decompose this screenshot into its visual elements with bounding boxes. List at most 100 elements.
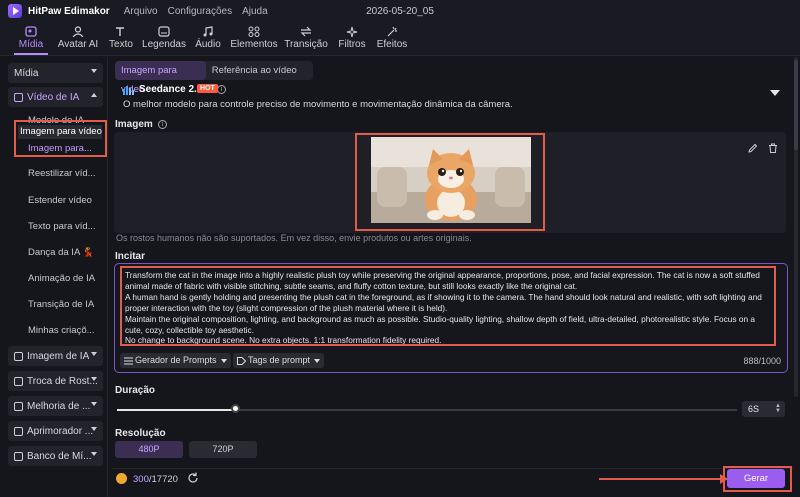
duration-select[interactable]: 6S ▲ ▼ xyxy=(742,401,785,417)
tool-texto[interactable]: Texto xyxy=(102,21,140,55)
tool-transicao[interactable]: Transição xyxy=(280,21,332,55)
refresh-icon[interactable] xyxy=(187,472,199,484)
model-selector[interactable]: Seedance 2.0 HOT O melhor modelo para co… xyxy=(115,82,794,114)
menu-configuracoes[interactable]: Configurações xyxy=(168,6,232,17)
sidebar-item-texto-para-video[interactable]: Texto para víd... xyxy=(28,221,104,232)
sidebar-group-label: Troca de Rost... xyxy=(27,375,98,387)
resolution-label: Resolução xyxy=(115,428,166,439)
tool-midia[interactable]: Mídia xyxy=(8,21,54,55)
prompt-tags-button[interactable]: Tags de prompt xyxy=(233,353,325,368)
generate-button[interactable]: Gerar xyxy=(727,469,785,488)
caret-down-icon[interactable] xyxy=(770,90,780,96)
title-bar: HitPaw Edimakor Arquivo Configurações Aj… xyxy=(0,0,800,22)
chevron-down-icon xyxy=(91,377,97,381)
button-label: Gerador de Prompts xyxy=(135,355,217,365)
sidebar-group-banco-midia[interactable]: Banco de Mí... xyxy=(8,446,103,466)
tool-legendas[interactable]: Legendas xyxy=(140,21,188,55)
sidebar-group-label: Melhoria de ... xyxy=(27,400,91,412)
sidebar-item-estender[interactable]: Estender vídeo xyxy=(28,195,104,206)
transition-icon xyxy=(300,26,312,37)
duration-label: Duração xyxy=(115,385,156,396)
tool-label: Elementos xyxy=(230,39,278,50)
tool-label: Áudio xyxy=(195,39,221,50)
trash-icon[interactable] xyxy=(768,143,778,153)
app-name: HitPaw Edimakor xyxy=(28,5,110,17)
face-swap-icon xyxy=(14,376,23,386)
info-icon[interactable]: i xyxy=(157,119,167,129)
mode-tabs: Imagem para vídeo Referência ao vídeoi xyxy=(115,61,313,95)
sidebar-group-imagem-ia[interactable]: Imagem de IA xyxy=(8,346,103,366)
music-icon xyxy=(202,26,214,37)
tool-label: Mídia xyxy=(18,39,44,50)
tool-avatar-ai[interactable]: Avatar AI xyxy=(54,21,102,55)
annotation-arrow xyxy=(599,478,724,480)
chevron-down-icon xyxy=(91,352,97,356)
credits: 300/17720 xyxy=(133,474,178,485)
tab-image-to-video[interactable]: Imagem para vídeo xyxy=(115,61,206,95)
sidebar-group-video-ia[interactable]: Vídeo de IA xyxy=(8,87,103,107)
sidebar-group-midia[interactable]: Mídia xyxy=(8,63,103,83)
tool-label: Efeitos xyxy=(376,39,408,50)
char-counter: 888/1000 xyxy=(743,356,781,366)
sidebar-item-danca-ia[interactable]: Dança da IA 💃 xyxy=(28,247,104,258)
tool-audio[interactable]: Áudio xyxy=(188,21,228,55)
sidebar-group-label: Vídeo de IA xyxy=(27,91,80,103)
tool-efeitos[interactable]: Efeitos xyxy=(372,21,412,55)
project-title: 2026-05-20_05 xyxy=(366,5,434,17)
tool-elementos[interactable]: Elementos xyxy=(228,21,280,55)
media-icon xyxy=(25,26,37,37)
resolution-720p[interactable]: 720P xyxy=(189,441,257,458)
tab-reference-video[interactable]: Referência ao vídeoi xyxy=(206,61,313,94)
elements-icon xyxy=(248,26,260,37)
media-toolbar: Mídia Avatar AI Texto Legendas Áudio Ele… xyxy=(0,22,800,56)
duration-slider[interactable] xyxy=(117,409,737,411)
prompt-box: Transform the cat in the image into a hi… xyxy=(114,263,788,373)
credits-total: /17720 xyxy=(148,474,178,485)
slider-handle[interactable] xyxy=(230,404,240,413)
tool-label: Transição xyxy=(284,39,328,50)
menu-arquivo[interactable]: Arquivo xyxy=(124,6,158,17)
sidebar-group-troca-rosto[interactable]: Troca de Rost... xyxy=(8,371,103,391)
prompt-generator-button[interactable]: Gerador de Prompts xyxy=(120,353,231,368)
tool-label: Texto xyxy=(109,39,133,50)
upscale-icon xyxy=(14,426,23,436)
image-note: Os rostos humanos não são suportados. Em… xyxy=(116,233,472,243)
tooltip: Imagem para vídeo xyxy=(18,125,102,139)
sidebar-group-melhoria[interactable]: Melhoria de ... xyxy=(8,396,103,416)
duration-value: 6S xyxy=(748,404,760,414)
subtitles-icon xyxy=(158,26,170,37)
sidebar-item-minhas-criacoes[interactable]: Minhas criaçõ... xyxy=(28,325,104,336)
sidebar-group-label: Imagem de IA xyxy=(27,350,90,362)
sidebar-item-animacao-ia[interactable]: Animação de IA xyxy=(28,273,104,284)
sidebar-group-label: Banco de Mí... xyxy=(27,450,92,462)
hot-badge: HOT xyxy=(197,84,218,93)
menu-ajuda[interactable]: Ajuda xyxy=(242,6,268,17)
sidebar-item-transicao-ia[interactable]: Transição de IA xyxy=(28,299,104,310)
prompt-textarea[interactable]: Transform the cat in the image into a hi… xyxy=(120,266,776,346)
list-icon xyxy=(124,357,133,364)
edit-icon[interactable] xyxy=(748,143,758,153)
model-description: O melhor modelo para controle preciso de… xyxy=(123,99,513,110)
video-ai-icon xyxy=(14,92,23,102)
model-bars-icon xyxy=(123,86,134,95)
model-name: Seedance 2.0 xyxy=(139,84,203,95)
app-logo xyxy=(8,4,22,18)
chevron-down-icon xyxy=(91,402,97,406)
sidebar-group-aprimorador[interactable]: Aprimorador ... xyxy=(8,421,103,441)
sidebar-item-reestilizar[interactable]: Reestilizar víd... xyxy=(28,168,104,179)
resolution-480p[interactable]: 480P xyxy=(115,441,183,458)
image-section-label: Imagem i xyxy=(115,119,167,130)
button-label: Tags de prompt xyxy=(248,355,311,365)
tool-filtros[interactable]: Filtros xyxy=(332,21,372,55)
tag-icon xyxy=(237,356,246,365)
enhance-icon xyxy=(14,401,23,411)
caret-down-icon xyxy=(314,358,321,363)
highlight-frame-image xyxy=(355,133,545,231)
scrollbar-thumb[interactable] xyxy=(794,60,798,150)
tool-label: Legendas xyxy=(142,39,186,50)
caret-down-icon xyxy=(220,358,227,363)
text-icon xyxy=(115,26,127,37)
stepper-icon[interactable]: ▲ ▼ xyxy=(775,403,781,414)
credits-used: 300 xyxy=(133,474,149,485)
tool-label: Filtros xyxy=(338,39,366,50)
